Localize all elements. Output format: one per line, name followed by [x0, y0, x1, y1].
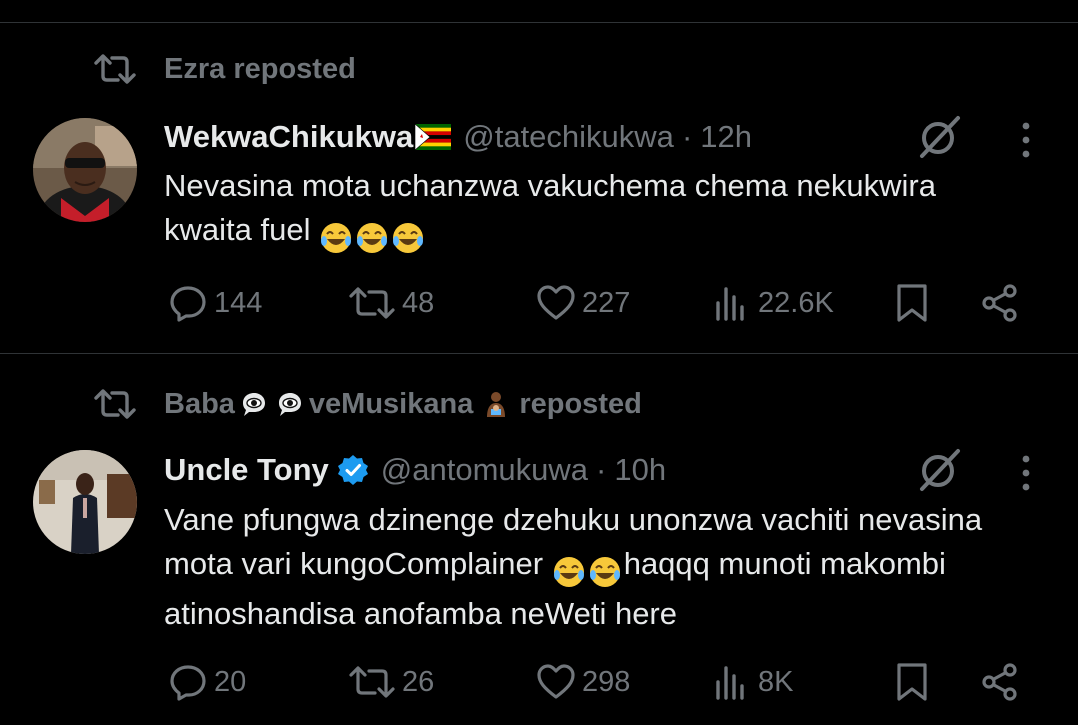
tweet-text-line: haqqq munoti makombi: [623, 546, 946, 581]
repost-context[interactable]: Baba veMusikana reposted: [94, 384, 642, 424]
share-button[interactable]: [980, 657, 1020, 707]
reply-count: 20: [214, 665, 247, 698]
timestamp[interactable]: 10h: [614, 452, 666, 488]
repost-icon: [348, 283, 396, 323]
action-bar: 144 48 227 22.6K: [164, 278, 1044, 328]
reply-icon: [168, 662, 208, 702]
eye-in-speech-bubble-emoji-icon: [277, 391, 303, 417]
bookmark-button[interactable]: [892, 278, 932, 328]
views-icon: [712, 662, 752, 702]
views-button[interactable]: 8K: [712, 657, 793, 707]
tweet-text: Nevasina mota uchanzwa vakuchema chema n…: [164, 164, 1064, 258]
like-button[interactable]: 298: [536, 657, 630, 707]
avatar[interactable]: [33, 118, 137, 222]
repost-label: Ezra reposted: [164, 52, 356, 85]
tweet-text: Vane pfungwa dzinenge dzehuku unonzwa va…: [164, 498, 1064, 636]
tweet-text-line: kwaita fuel: [164, 212, 311, 247]
more-icon[interactable]: [1012, 453, 1040, 493]
reply-count: 144: [214, 286, 263, 319]
action-bar: 20 26 298 8K: [164, 657, 1044, 707]
repost-context[interactable]: Ezra reposted: [94, 49, 356, 89]
eye-in-speech-bubble-emoji-icon: [241, 391, 267, 417]
tweet-text-line: mota vari kungoComplainer: [164, 546, 544, 581]
repost-label: reposted: [519, 387, 642, 420]
grok-icon[interactable]: [916, 445, 964, 493]
share-icon: [980, 283, 1020, 323]
display-name[interactable]: Uncle Tony: [164, 452, 329, 488]
share-icon: [980, 662, 1020, 702]
repost-button[interactable]: 26: [348, 657, 434, 707]
tweet-header: Uncle Tony @antomukuwa · 10h: [164, 448, 666, 492]
tears-of-joy-emoji-icon: [552, 555, 586, 589]
repost-count: 48: [402, 286, 435, 319]
reply-button[interactable]: 20: [168, 657, 246, 707]
avatar[interactable]: [33, 450, 137, 554]
tweet-text-line: atinoshandisa anofamba neWeti here: [164, 596, 677, 631]
like-button[interactable]: 227: [536, 278, 630, 328]
grok-icon[interactable]: [916, 112, 964, 160]
like-count: 298: [582, 665, 631, 698]
repost-label: Baba: [164, 387, 235, 420]
tears-of-joy-emoji-icon: [588, 555, 622, 589]
bookmark-icon: [892, 662, 932, 702]
tweet-card[interactable]: Ezra reposted WekwaChikukwa @tatechikukw…: [0, 23, 1078, 353]
share-button[interactable]: [980, 278, 1020, 328]
handle[interactable]: @antomukuwa: [381, 452, 588, 488]
separator-dot: ·: [596, 452, 607, 487]
tears-of-joy-emoji-icon: [319, 221, 353, 255]
views-icon: [712, 283, 752, 323]
tweet-text-line: Vane pfungwa dzinenge dzehuku unonzwa va…: [164, 502, 983, 537]
tears-of-joy-emoji-icon: [391, 221, 425, 255]
views-count: 8K: [758, 665, 794, 698]
verified-badge-icon: [337, 454, 369, 486]
repost-button[interactable]: 48: [348, 278, 434, 328]
zimbabwe-flag-icon: [415, 124, 452, 150]
bookmark-icon: [892, 283, 932, 323]
person-with-baby-emoji-icon: [483, 391, 509, 417]
separator-dot: ·: [681, 119, 693, 154]
views-button[interactable]: 22.6K: [712, 278, 834, 328]
heart-icon: [536, 662, 576, 702]
more-icon[interactable]: [1012, 120, 1040, 160]
laughing-emoji-group: [552, 548, 624, 592]
views-count: 22.6K: [758, 286, 834, 319]
tweet-text-line: Nevasina mota uchanzwa vakuchema chema n…: [164, 168, 936, 203]
laughing-emoji-group: [319, 214, 427, 258]
repost-icon: [348, 662, 396, 702]
display-name[interactable]: WekwaChikukwa: [164, 119, 413, 155]
repost-icon: [94, 387, 136, 421]
heart-icon: [536, 283, 576, 323]
bookmark-button[interactable]: [892, 657, 932, 707]
repost-count: 26: [402, 665, 435, 698]
reply-button[interactable]: 144: [168, 278, 262, 328]
like-count: 227: [582, 286, 631, 319]
tears-of-joy-emoji-icon: [355, 221, 389, 255]
reply-icon: [168, 283, 208, 323]
repost-icon: [94, 52, 136, 86]
repost-label: veMusikana: [308, 387, 474, 420]
timestamp[interactable]: 12h: [700, 119, 752, 155]
tweet-card[interactable]: Baba veMusikana reposted Uncle Tony @ant…: [0, 354, 1078, 725]
tweet-header: WekwaChikukwa @tatechikukwa · 12h: [164, 115, 752, 159]
handle[interactable]: @tatechikukwa: [463, 119, 674, 155]
